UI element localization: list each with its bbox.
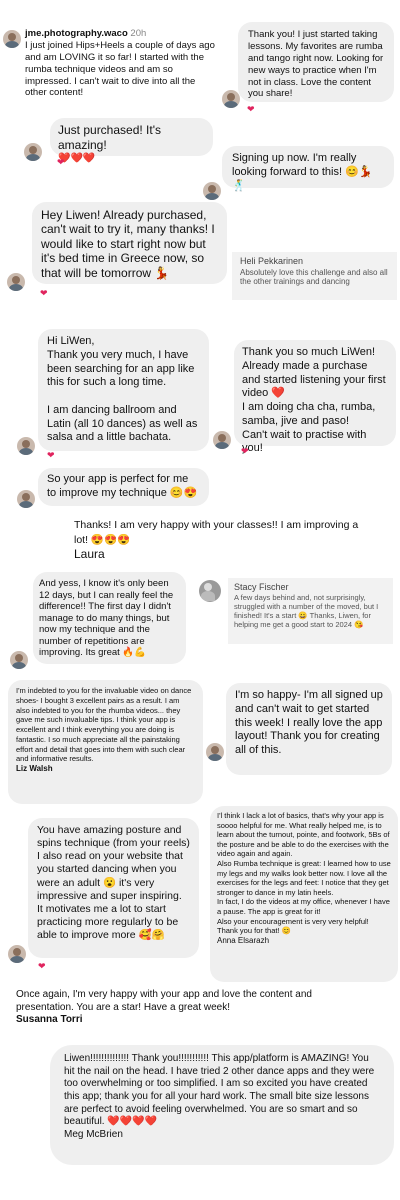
comment-author: Susanna Torri: [16, 1014, 83, 1025]
timestamp: 20h: [130, 28, 147, 39]
comment-17: Once again, I'm very happy with your app…: [16, 988, 356, 1025]
comment-bubble: Thank you so much LiWen! Already made a …: [234, 340, 396, 454]
comment-text: Absolutely love this challenge and also …: [240, 268, 388, 286]
avatar[interactable]: [199, 580, 221, 602]
comment-author: Liz Walsh: [16, 764, 53, 773]
heart-icon[interactable]: ❤: [241, 446, 249, 457]
avatar[interactable]: [222, 90, 240, 108]
comment-text: I just joined Hips+Heels a couple of day…: [25, 39, 215, 99]
comment-text: You have amazing posture and spins techn…: [37, 824, 190, 941]
comment-bubble: I'l think I lack a lot of basics, that's…: [210, 806, 398, 982]
avatar[interactable]: [24, 143, 42, 161]
comment-1: jme.photography.waco 20h I just joined H…: [25, 28, 215, 99]
comment-12: Stacy Fischer A few days behind and, not…: [228, 578, 393, 644]
comment-text: Just purchased! It's amazing!: [58, 123, 162, 152]
heart-icon[interactable]: ❤: [47, 450, 55, 461]
comment-text: I'l think I lack a lot of basics, that's…: [217, 811, 391, 936]
avatar[interactable]: [8, 945, 26, 963]
avatar[interactable]: [206, 743, 224, 761]
comment-author: Anna Elsarazh: [217, 935, 270, 945]
comment-bubble: Liwen!!!!!!!!!!!!!! Thank you!!!!!!!!!!!…: [50, 1045, 394, 1165]
comment-text: So your app is perfect for me to improve…: [47, 473, 198, 499]
comment-text: Thanks! I am very happy with your classe…: [74, 519, 359, 546]
comment-emoji: ❤️❤️❤️: [58, 153, 96, 164]
avatar[interactable]: [10, 651, 28, 669]
comment-10: Thanks! I am very happy with your classe…: [74, 518, 364, 561]
comment-bubble: Thank you! I just started taking lessons…: [238, 22, 394, 102]
comment-text: Signing up now. I'm really looking forwa…: [232, 152, 373, 192]
heart-icon[interactable]: ❤: [247, 104, 255, 115]
comment-6: Heli Pekkarinen Absolutely love this cha…: [232, 252, 397, 300]
comment-author: Laura: [74, 547, 105, 562]
comment-text: I'm indebted to you for the invaluable v…: [16, 686, 192, 764]
heart-icon[interactable]: ❤: [57, 157, 65, 168]
comment-bubble: I'm indebted to you for the invaluable v…: [8, 680, 203, 804]
comment-text: And yess, I know it's only been 12 days,…: [39, 578, 174, 659]
comment-author[interactable]: Stacy Fischer: [234, 582, 387, 592]
username[interactable]: jme.photography.waco: [25, 28, 128, 39]
comment-text: Once again, I'm very happy with your app…: [16, 989, 312, 1013]
avatar[interactable]: [213, 431, 231, 449]
comment-text: Liwen!!!!!!!!!!!!!! Thank you!!!!!!!!!!!…: [64, 1053, 375, 1128]
avatar[interactable]: [203, 182, 221, 200]
comment-text: Thank you! I just started taking lessons…: [248, 29, 384, 100]
comment-bubble: I'm so happy- I'm all signed up and can'…: [226, 683, 392, 775]
avatar[interactable]: [3, 30, 21, 48]
comment-author: Meg McBrien: [64, 1129, 123, 1141]
comment-bubble: Hey Liwen! Already purchased, can't wait…: [32, 202, 227, 284]
comment-bubble: So your app is perfect for me to improve…: [38, 468, 209, 506]
comment-bubble: Signing up now. I'm really looking forwa…: [222, 146, 394, 192]
comment-text: Thank you so much LiWen! Already made a …: [242, 346, 386, 455]
comment-author[interactable]: Heli Pekkarinen: [240, 256, 389, 266]
comment-bubble: Hi LiWen, Thank you very much, I have be…: [38, 329, 209, 451]
comment-bubble: And yess, I know it's only been 12 days,…: [33, 572, 186, 664]
comment-bubble: You have amazing posture and spins techn…: [28, 818, 199, 958]
comment-text: A few days behind and, not surprisingly,…: [234, 593, 379, 629]
comment-text: Hi LiWen, Thank you very much, I have be…: [47, 335, 198, 444]
avatar[interactable]: [7, 273, 25, 291]
avatar[interactable]: [17, 490, 35, 508]
avatar[interactable]: [17, 437, 35, 455]
comment-text: I'm so happy- I'm all signed up and can'…: [235, 689, 383, 756]
heart-icon[interactable]: ❤: [38, 961, 46, 972]
comment-bubble: Just purchased! It's amazing! ❤️❤️❤️: [50, 118, 213, 164]
heart-icon[interactable]: ❤: [40, 288, 48, 299]
comment-text: Hey Liwen! Already purchased, can't wait…: [41, 208, 215, 280]
